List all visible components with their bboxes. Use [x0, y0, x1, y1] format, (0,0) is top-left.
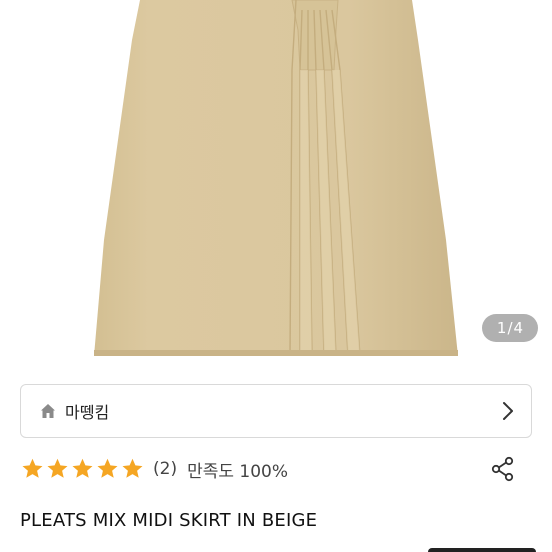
star-icon	[120, 457, 145, 481]
star-icon	[95, 457, 120, 481]
review-count[interactable]: (2)	[153, 459, 177, 479]
image-page-indicator: 1/4	[482, 314, 538, 342]
rating-row: (2) 만족도 100%	[20, 454, 532, 484]
bottom-bar-peek	[428, 548, 536, 552]
product-title: PLEATS MIX MIDI SKIRT IN BEIGE	[20, 510, 318, 531]
star-rating	[20, 457, 145, 481]
star-icon	[70, 457, 95, 481]
shop-link[interactable]: 마뗑킴	[20, 384, 532, 438]
star-icon	[45, 457, 70, 481]
share-icon[interactable]	[490, 456, 516, 482]
page-total: 4	[513, 319, 524, 337]
shop-name: 마뗑킴	[65, 403, 110, 422]
skirt-illustration	[94, 0, 458, 356]
page-separator: /	[507, 319, 513, 337]
chevron-right-icon	[501, 401, 515, 421]
satisfaction-rate: 만족도 100%	[187, 461, 289, 482]
product-image[interactable]: 1/4	[0, 0, 552, 356]
star-icon	[20, 457, 45, 481]
home-icon	[39, 402, 57, 420]
